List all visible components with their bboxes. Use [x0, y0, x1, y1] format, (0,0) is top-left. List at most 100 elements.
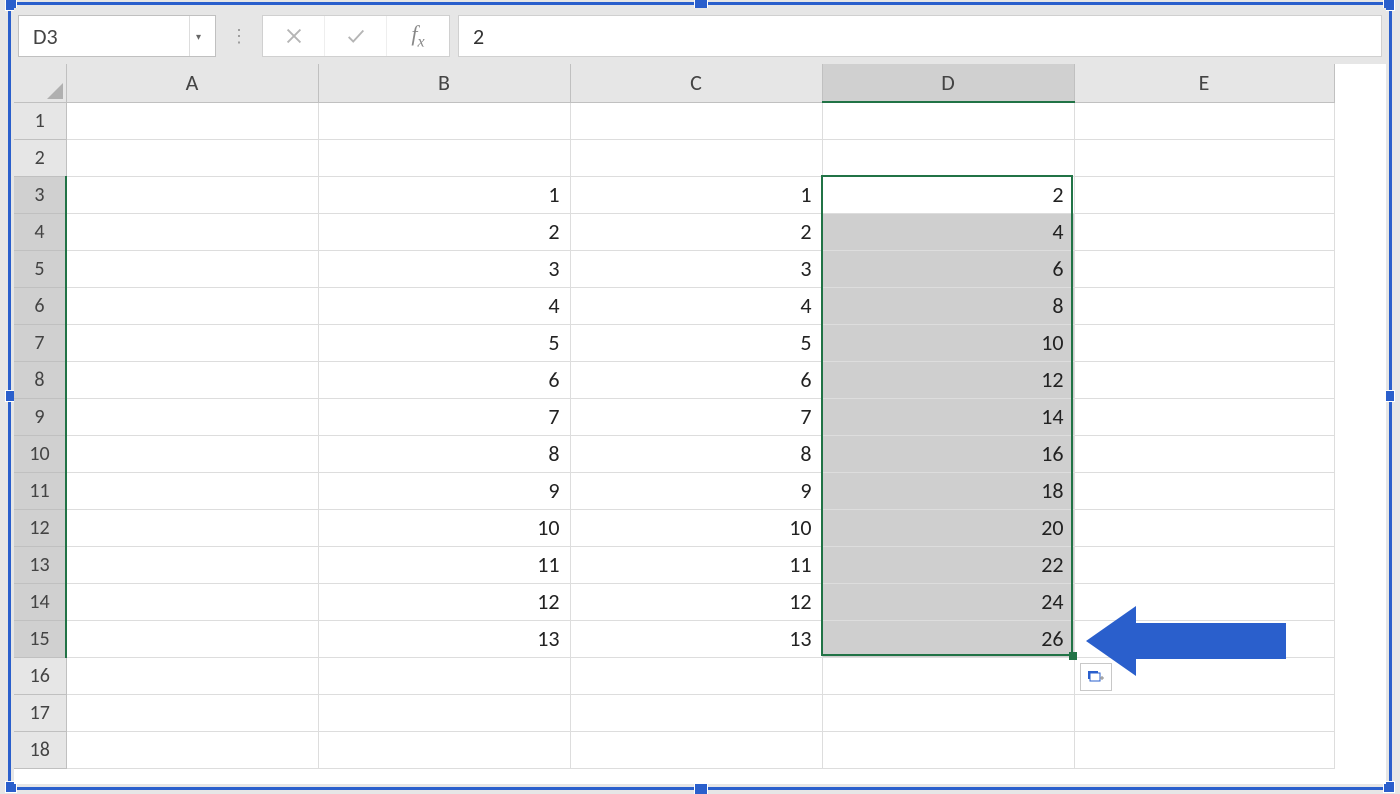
cell[interactable]: 8 [570, 435, 822, 472]
column-header-A[interactable]: A [66, 64, 318, 102]
cell[interactable]: 26 [822, 620, 1074, 657]
cell[interactable] [822, 139, 1074, 176]
cell[interactable] [1074, 361, 1334, 398]
cell[interactable] [1074, 509, 1334, 546]
row-header[interactable]: 10 [14, 435, 66, 472]
cell[interactable] [318, 694, 570, 731]
cell[interactable] [66, 472, 318, 509]
cell[interactable]: 12 [318, 583, 570, 620]
cell[interactable]: 13 [570, 620, 822, 657]
row-header[interactable]: 12 [14, 509, 66, 546]
cell[interactable] [822, 694, 1074, 731]
worksheet[interactable]: A B C D E 123112422453366448755108661297… [14, 64, 1386, 784]
cell[interactable] [822, 657, 1074, 694]
select-all-corner[interactable] [14, 64, 66, 102]
cell[interactable] [1074, 657, 1334, 694]
cell[interactable] [66, 620, 318, 657]
column-header-D[interactable]: D [822, 64, 1074, 102]
cell[interactable]: 18 [822, 472, 1074, 509]
cell[interactable] [570, 731, 822, 768]
cell[interactable] [1074, 139, 1334, 176]
cell[interactable]: 9 [570, 472, 822, 509]
row-header[interactable]: 8 [14, 361, 66, 398]
chevron-down-icon[interactable]: ▾ [189, 16, 207, 56]
cell[interactable] [66, 287, 318, 324]
cell[interactable] [1074, 102, 1334, 139]
cell[interactable] [318, 657, 570, 694]
autofill-options-button[interactable] [1080, 663, 1112, 691]
enter-button[interactable] [325, 16, 387, 56]
cell[interactable]: 22 [822, 546, 1074, 583]
cell[interactable] [66, 250, 318, 287]
row-header[interactable]: 7 [14, 324, 66, 361]
row-header[interactable]: 11 [14, 472, 66, 509]
cell[interactable]: 6 [822, 250, 1074, 287]
row-header[interactable]: 14 [14, 583, 66, 620]
cell[interactable] [570, 102, 822, 139]
cell[interactable]: 14 [822, 398, 1074, 435]
cell[interactable] [822, 102, 1074, 139]
column-header-C[interactable]: C [570, 64, 822, 102]
cancel-button[interactable] [263, 16, 325, 56]
cell[interactable]: 7 [570, 398, 822, 435]
cell[interactable] [1074, 213, 1334, 250]
cell[interactable] [318, 731, 570, 768]
cell[interactable] [66, 324, 318, 361]
cell[interactable]: 4 [570, 287, 822, 324]
cell[interactable]: 12 [570, 583, 822, 620]
cell[interactable] [570, 657, 822, 694]
cell[interactable]: 9 [318, 472, 570, 509]
cell[interactable]: 5 [570, 324, 822, 361]
row-header[interactable]: 4 [14, 213, 66, 250]
cell[interactable]: 1 [570, 176, 822, 213]
cell[interactable]: 2 [570, 213, 822, 250]
cell[interactable] [66, 694, 318, 731]
cell[interactable]: 7 [318, 398, 570, 435]
row-header[interactable]: 18 [14, 731, 66, 768]
cell[interactable]: 10 [570, 509, 822, 546]
cell[interactable]: 10 [318, 509, 570, 546]
cell[interactable]: 10 [822, 324, 1074, 361]
row-header[interactable]: 1 [14, 102, 66, 139]
cell[interactable]: 6 [570, 361, 822, 398]
row-header[interactable]: 3 [14, 176, 66, 213]
cell[interactable] [66, 583, 318, 620]
cell[interactable] [66, 213, 318, 250]
cell[interactable]: 2 [822, 176, 1074, 213]
cell[interactable] [1074, 435, 1334, 472]
cell[interactable]: 5 [318, 324, 570, 361]
column-header-B[interactable]: B [318, 64, 570, 102]
row-header[interactable]: 13 [14, 546, 66, 583]
cell[interactable]: 8 [822, 287, 1074, 324]
row-header[interactable]: 5 [14, 250, 66, 287]
cell[interactable] [1074, 620, 1334, 657]
cell[interactable] [318, 139, 570, 176]
formula-input[interactable]: 2 [458, 15, 1382, 57]
cell[interactable] [1074, 398, 1334, 435]
cell[interactable] [66, 509, 318, 546]
cell[interactable]: 4 [318, 287, 570, 324]
cell[interactable] [66, 176, 318, 213]
cell[interactable] [1074, 694, 1334, 731]
cell[interactable] [1074, 546, 1334, 583]
cell[interactable]: 13 [318, 620, 570, 657]
column-header-E[interactable]: E [1074, 64, 1334, 102]
cell[interactable] [66, 361, 318, 398]
cell[interactable]: 12 [822, 361, 1074, 398]
cell[interactable] [66, 398, 318, 435]
cell[interactable] [66, 102, 318, 139]
spreadsheet-grid[interactable]: A B C D E 123112422453366448755108661297… [14, 64, 1335, 769]
cell[interactable] [1074, 731, 1334, 768]
cell[interactable]: 3 [318, 250, 570, 287]
row-header[interactable]: 15 [14, 620, 66, 657]
cell[interactable] [1074, 472, 1334, 509]
cell[interactable]: 4 [822, 213, 1074, 250]
cell[interactable]: 11 [570, 546, 822, 583]
cell[interactable] [318, 102, 570, 139]
cell[interactable]: 1 [318, 176, 570, 213]
cell[interactable] [1074, 250, 1334, 287]
cell[interactable] [1074, 287, 1334, 324]
row-header[interactable]: 6 [14, 287, 66, 324]
cell[interactable] [1074, 583, 1334, 620]
row-header[interactable]: 17 [14, 694, 66, 731]
